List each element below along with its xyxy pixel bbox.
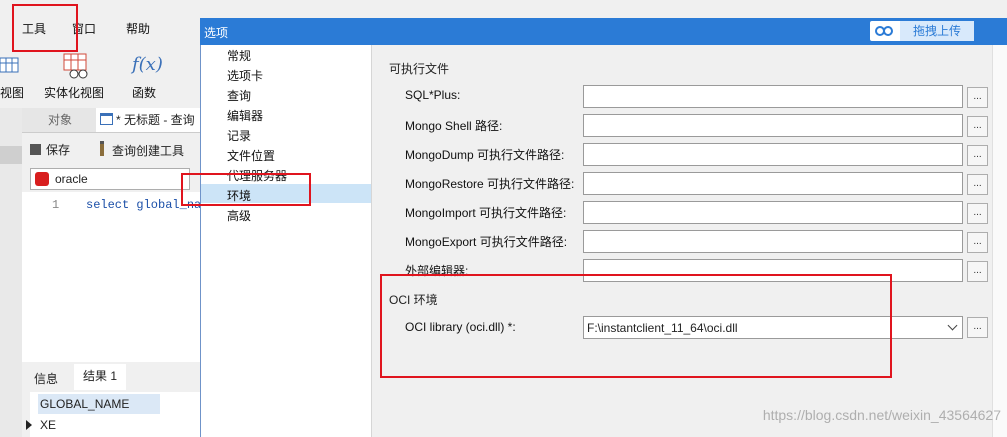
dialog-title: 选项 bbox=[204, 26, 229, 40]
oracle-icon bbox=[35, 172, 49, 186]
view-icon[interactable] bbox=[0, 52, 20, 78]
mongo-shell-browse-button[interactable]: ... bbox=[967, 116, 988, 137]
tab-query[interactable]: * 无标题 - 查询 bbox=[96, 108, 200, 132]
function-label: 函数 bbox=[132, 86, 157, 100]
tab-result-1[interactable]: 结果 1 bbox=[74, 364, 126, 390]
tree-item-records[interactable]: 记录 bbox=[227, 127, 251, 144]
connection-name: oracle bbox=[55, 172, 88, 186]
chevron-down-icon bbox=[947, 320, 958, 331]
tab-objects[interactable]: 对象 bbox=[48, 108, 72, 132]
highlight-environment-item bbox=[181, 173, 311, 206]
mongo-shell-label: Mongo Shell 路径: bbox=[405, 119, 503, 133]
upload-button[interactable]: 拖拽上传 bbox=[900, 21, 974, 41]
mongoimport-browse-button[interactable]: ... bbox=[967, 203, 988, 224]
save-icon bbox=[30, 144, 41, 155]
sql-editor[interactable]: 1 select global_na bbox=[22, 192, 201, 362]
tree-item-general[interactable]: 常规 bbox=[227, 47, 251, 64]
entity-view-label: 实体化视图 bbox=[44, 86, 105, 100]
watermark: https://blog.csdn.net/weixin_43564627 bbox=[762, 407, 1001, 423]
mongorestore-label: MongoRestore 可执行文件路径: bbox=[405, 177, 575, 191]
entity-view-icon[interactable] bbox=[62, 52, 90, 80]
external-editor-browse-button[interactable]: ... bbox=[967, 261, 988, 282]
tree-item-advanced[interactable]: 高级 bbox=[227, 207, 251, 224]
save-label: 保存 bbox=[46, 143, 71, 157]
mongorestore-input[interactable] bbox=[583, 172, 963, 195]
mongoimport-input[interactable] bbox=[583, 201, 963, 224]
tree-item-query[interactable]: 查询 bbox=[227, 87, 251, 104]
sqlplus-input[interactable] bbox=[583, 85, 963, 108]
mongodump-label: MongoDump 可执行文件路径: bbox=[405, 148, 565, 162]
query-builder-label: 查询创建工具 bbox=[112, 144, 185, 158]
query-builder-button[interactable]: 查询创建工具 bbox=[100, 141, 184, 159]
mongodump-input[interactable] bbox=[583, 143, 963, 166]
cloud-icon bbox=[874, 24, 894, 38]
tab-query-label: * 无标题 - 查询 bbox=[116, 113, 195, 127]
result-cell[interactable]: XE bbox=[40, 418, 56, 432]
dialog-titlebar: 选项 拖拽上传 bbox=[200, 18, 1007, 45]
mongoexport-browse-button[interactable]: ... bbox=[967, 232, 988, 253]
tab-info[interactable]: 信息 bbox=[34, 370, 58, 387]
mongoimport-label: MongoImport 可执行文件路径: bbox=[405, 206, 567, 220]
row-pointer-icon bbox=[26, 420, 32, 430]
save-button[interactable]: 保存 bbox=[30, 141, 70, 158]
sqlplus-browse-button[interactable]: ... bbox=[967, 87, 988, 108]
mongoexport-label: MongoExport 可执行文件路径: bbox=[405, 235, 568, 249]
line-number: 1 bbox=[52, 198, 60, 212]
mongodump-browse-button[interactable]: ... bbox=[967, 145, 988, 166]
hammer-icon bbox=[100, 141, 104, 156]
table-icon bbox=[100, 113, 113, 125]
highlight-oci-section bbox=[380, 274, 892, 378]
menu-help[interactable]: 帮助 bbox=[126, 20, 150, 37]
column-header[interactable]: GLOBAL_NAME bbox=[38, 394, 160, 414]
view-label: 视图 bbox=[0, 86, 25, 100]
function-icon[interactable]: f(x) bbox=[132, 54, 163, 75]
tree-item-editor[interactable]: 编辑器 bbox=[227, 107, 263, 124]
connection-select[interactable]: oracle bbox=[30, 168, 190, 190]
mongo-shell-input[interactable] bbox=[583, 114, 963, 137]
highlight-tools-menu bbox=[12, 4, 78, 52]
sqlplus-label: SQL*Plus: bbox=[405, 88, 461, 102]
left-gutter-selection bbox=[0, 146, 22, 164]
tree-item-tabs[interactable]: 选项卡 bbox=[227, 67, 263, 84]
mongorestore-browse-button[interactable]: ... bbox=[967, 174, 988, 195]
executables-heading: 可执行文件 bbox=[389, 62, 450, 76]
background-window-edge bbox=[992, 45, 1007, 437]
oci-library-browse-button[interactable]: ... bbox=[967, 317, 988, 338]
result-grid: GLOBAL_NAME XE bbox=[26, 392, 200, 437]
upload-widget[interactable]: 拖拽上传 bbox=[870, 21, 974, 41]
tree-item-file-location[interactable]: 文件位置 bbox=[227, 147, 275, 164]
mongoexport-input[interactable] bbox=[583, 230, 963, 253]
